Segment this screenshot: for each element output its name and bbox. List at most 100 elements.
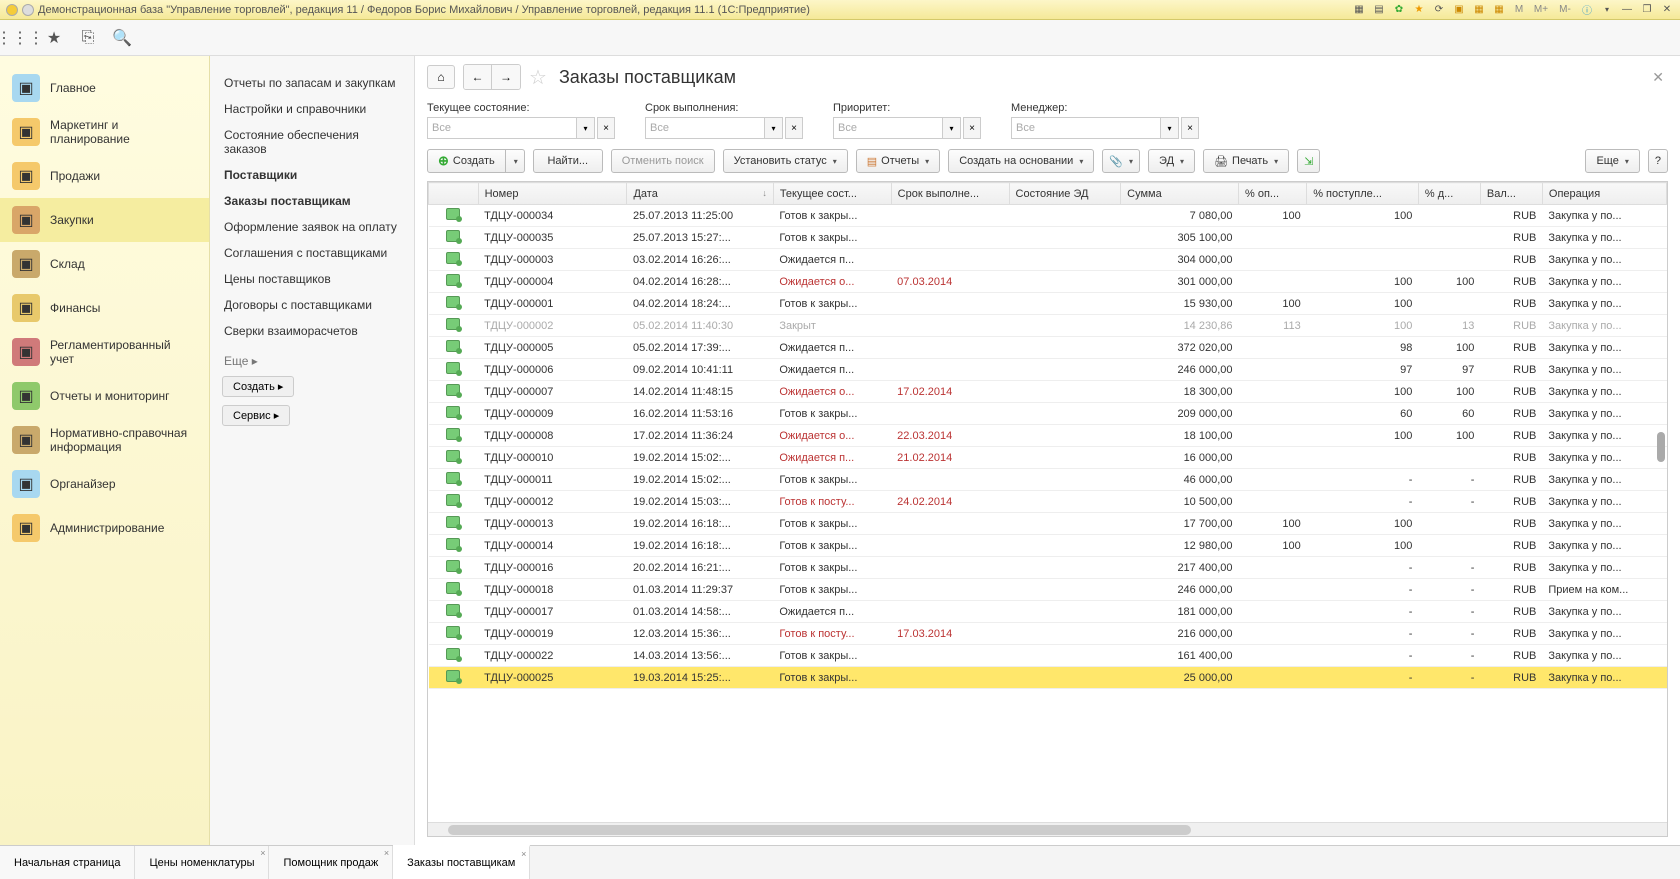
subpanel-link[interactable]: Поставщики [220, 162, 404, 188]
create-button[interactable]: ⊕Создать [427, 149, 506, 173]
filter-deadline-clear[interactable]: × [785, 117, 803, 139]
column-header[interactable]: Сумма [1121, 183, 1239, 205]
home-button[interactable]: ⌂ [427, 65, 455, 89]
horizontal-scrollbar[interactable] [428, 822, 1667, 836]
ed-button[interactable]: ЭД▾ [1148, 149, 1195, 173]
table-row[interactable]: ТДЦУ-00001119.02.2014 15:02:...Готов к з… [429, 469, 1667, 491]
subpanel-service-button[interactable]: Сервис ▸ [222, 405, 290, 426]
back-button[interactable]: ← [464, 65, 492, 89]
create-based-button[interactable]: Создать на основании▾ [948, 149, 1094, 173]
subpanel-link[interactable]: Настройки и справочники [220, 96, 404, 122]
table-row[interactable]: ТДЦУ-00003425.07.2013 11:25:00Готов к за… [429, 205, 1667, 227]
filter-state-dropdown[interactable]: ▾ [577, 117, 595, 139]
help-button[interactable]: ? [1648, 149, 1668, 173]
table-row[interactable]: ТДЦУ-00001912.03.2014 15:36:...Готов к п… [429, 623, 1667, 645]
column-header[interactable]: % д... [1418, 183, 1480, 205]
export-button[interactable]: ⇲ [1297, 149, 1320, 173]
subpanel-link[interactable]: Состояние обеспечения заказов [220, 122, 404, 162]
print-button[interactable]: 🖨Печать▾ [1203, 149, 1289, 173]
subpanel-create-button[interactable]: Создать ▸ [222, 376, 294, 397]
window-tab[interactable]: Помощник продаж× [269, 846, 393, 879]
table-row[interactable]: ТДЦУ-00000505.02.2014 17:39:...Ожидается… [429, 337, 1667, 359]
window-tab[interactable]: Начальная страница [0, 846, 135, 879]
set-status-button[interactable]: Установить статус▾ [723, 149, 848, 173]
table-row[interactable]: ТДЦУ-00001419.02.2014 16:18:...Готов к з… [429, 535, 1667, 557]
calc-icon[interactable]: ▣ [1452, 3, 1466, 17]
filter-manager-dropdown[interactable]: ▾ [1161, 117, 1179, 139]
table-row[interactable]: ТДЦУ-00003525.07.2013 15:27:...Готов к з… [429, 227, 1667, 249]
clipboard-icon[interactable]: ⎘ [78, 28, 98, 48]
info-dd-icon[interactable]: ▾ [1600, 3, 1614, 17]
forward-button[interactable]: → [492, 65, 520, 89]
calendar-icon[interactable]: ▦ [1472, 3, 1486, 17]
subpanel-link[interactable]: Соглашения с поставщиками [220, 240, 404, 266]
tab-close-icon[interactable]: × [521, 849, 526, 859]
window-tab[interactable]: Цены номенклатуры× [135, 846, 269, 879]
more-button[interactable]: Еще▾ [1585, 149, 1639, 173]
sidebar-item[interactable]: ▣Органайзер [0, 462, 209, 506]
filter-state-clear[interactable]: × [597, 117, 615, 139]
vertical-scrollbar[interactable] [1657, 432, 1665, 462]
filter-manager-input[interactable] [1011, 117, 1161, 139]
sidebar-item[interactable]: ▣Регламентированный учет [0, 330, 209, 374]
column-header[interactable]: Текущее сост... [773, 183, 891, 205]
subpanel-link[interactable]: Сверки взаиморасчетов [220, 318, 404, 344]
tb-icon-2[interactable]: ▤ [1372, 3, 1386, 17]
column-header[interactable]: Номер [478, 183, 627, 205]
column-header[interactable]: Состояние ЭД [1009, 183, 1121, 205]
filter-priority-dropdown[interactable]: ▾ [943, 117, 961, 139]
apps-icon[interactable]: ⋮⋮⋮ [10, 28, 30, 48]
cancel-search-button[interactable]: Отменить поиск [611, 149, 715, 173]
star-icon[interactable]: ★ [44, 28, 64, 48]
dropdown-icon[interactable] [22, 4, 34, 16]
table-row[interactable]: ТДЦУ-00002214.03.2014 13:56:...Готов к з… [429, 645, 1667, 667]
sidebar-item[interactable]: ▣Маркетинг и планирование [0, 110, 209, 154]
filter-priority-clear[interactable]: × [963, 117, 981, 139]
column-header[interactable]: Дата [627, 183, 773, 205]
sidebar-item[interactable]: ▣Главное [0, 66, 209, 110]
favorite-page-icon[interactable]: ☆ [529, 65, 547, 90]
sidebar-item[interactable]: ▣Закупки [0, 198, 209, 242]
column-header[interactable]: Срок выполне... [891, 183, 1009, 205]
info-icon[interactable]: ⓘ [1580, 3, 1594, 17]
filter-state-input[interactable] [427, 117, 577, 139]
table-row[interactable]: ТДЦУ-00001319.02.2014 16:18:...Готов к з… [429, 513, 1667, 535]
filter-priority-input[interactable] [833, 117, 943, 139]
tab-close-icon[interactable]: × [384, 848, 389, 858]
search-icon[interactable]: 🔍 [112, 28, 132, 48]
subpanel-more[interactable]: Еще ▸ [220, 344, 404, 372]
filter-manager-clear[interactable]: × [1181, 117, 1199, 139]
table-row[interactable]: ТДЦУ-00001801.03.2014 11:29:37Готов к за… [429, 579, 1667, 601]
sidebar-item[interactable]: ▣Отчеты и мониторинг [0, 374, 209, 418]
sidebar-item[interactable]: ▣Склад [0, 242, 209, 286]
grid-icon[interactable]: ▦ [1492, 3, 1506, 17]
minimize-icon[interactable]: — [1620, 3, 1634, 17]
sidebar-item[interactable]: ▣Финансы [0, 286, 209, 330]
table-row[interactable]: ТДЦУ-00000609.02.2014 10:41:11Ожидается … [429, 359, 1667, 381]
close-page-icon[interactable]: ✕ [1648, 69, 1668, 86]
filter-deadline-dropdown[interactable]: ▾ [765, 117, 783, 139]
sidebar-item[interactable]: ▣Нормативно-справочная информация [0, 418, 209, 462]
close-window-icon[interactable]: ✕ [1660, 3, 1674, 17]
filter-deadline-input[interactable] [645, 117, 765, 139]
table-row[interactable]: ТДЦУ-00000916.02.2014 11:53:16Готов к за… [429, 403, 1667, 425]
data-grid[interactable]: НомерДатаТекущее сост...Срок выполне...С… [428, 182, 1667, 822]
subpanel-link[interactable]: Отчеты по запасам и закупкам [220, 70, 404, 96]
tb-icon-1[interactable]: ▦ [1352, 3, 1366, 17]
table-row[interactable]: ТДЦУ-00001019.02.2014 15:02:...Ожидается… [429, 447, 1667, 469]
table-row[interactable]: ТДЦУ-00001219.02.2014 15:03:...Готов к п… [429, 491, 1667, 513]
table-row[interactable]: ТДЦУ-00000817.02.2014 11:36:24Ожидается … [429, 425, 1667, 447]
subpanel-link[interactable]: Оформление заявок на оплату [220, 214, 404, 240]
attachment-button[interactable]: 📎▾ [1102, 149, 1140, 173]
create-dropdown[interactable]: ▾ [506, 149, 525, 173]
table-row[interactable]: ТДЦУ-00000205.02.2014 11:40:30Закрыт14 2… [429, 315, 1667, 337]
table-row[interactable]: ТДЦУ-00001620.02.2014 16:21:...Готов к з… [429, 557, 1667, 579]
restore-icon[interactable]: ❐ [1640, 3, 1654, 17]
column-header[interactable] [429, 183, 479, 205]
subpanel-link[interactable]: Цены поставщиков [220, 266, 404, 292]
tb-icon-3[interactable]: ✿ [1392, 3, 1406, 17]
m-minus-button[interactable]: M- [1556, 3, 1574, 17]
table-row[interactable]: ТДЦУ-00000714.02.2014 11:48:15Ожидается … [429, 381, 1667, 403]
m-button[interactable]: M [1512, 3, 1526, 17]
column-header[interactable]: % оп... [1239, 183, 1307, 205]
